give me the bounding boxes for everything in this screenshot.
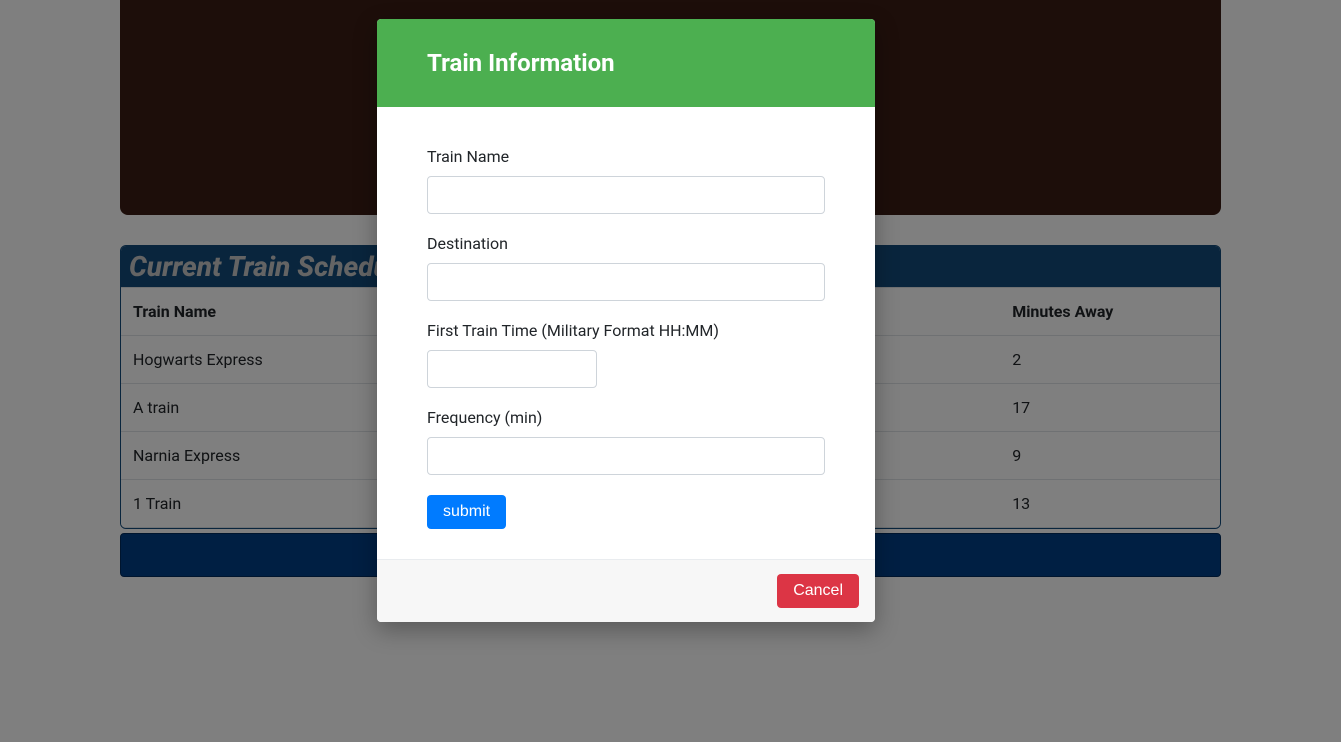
- first-time-input[interactable]: [427, 350, 597, 388]
- train-name-label: Train Name: [427, 147, 825, 166]
- first-time-label: First Train Time (Military Format HH:MM): [427, 321, 825, 340]
- submit-button[interactable]: submit: [427, 495, 506, 529]
- modal-body: Train Name Destination First Train Time …: [377, 107, 875, 559]
- cancel-button[interactable]: Cancel: [777, 574, 859, 608]
- modal-header: Train Information: [377, 19, 875, 107]
- train-name-input[interactable]: [427, 176, 825, 214]
- destination-input[interactable]: [427, 263, 825, 301]
- frequency-input[interactable]: [427, 437, 825, 475]
- frequency-label: Frequency (min): [427, 408, 825, 427]
- destination-label: Destination: [427, 234, 825, 253]
- modal-footer: Cancel: [377, 559, 875, 622]
- train-info-modal: Train Information Train Name Destination…: [377, 19, 875, 622]
- modal-title: Train Information: [427, 49, 825, 77]
